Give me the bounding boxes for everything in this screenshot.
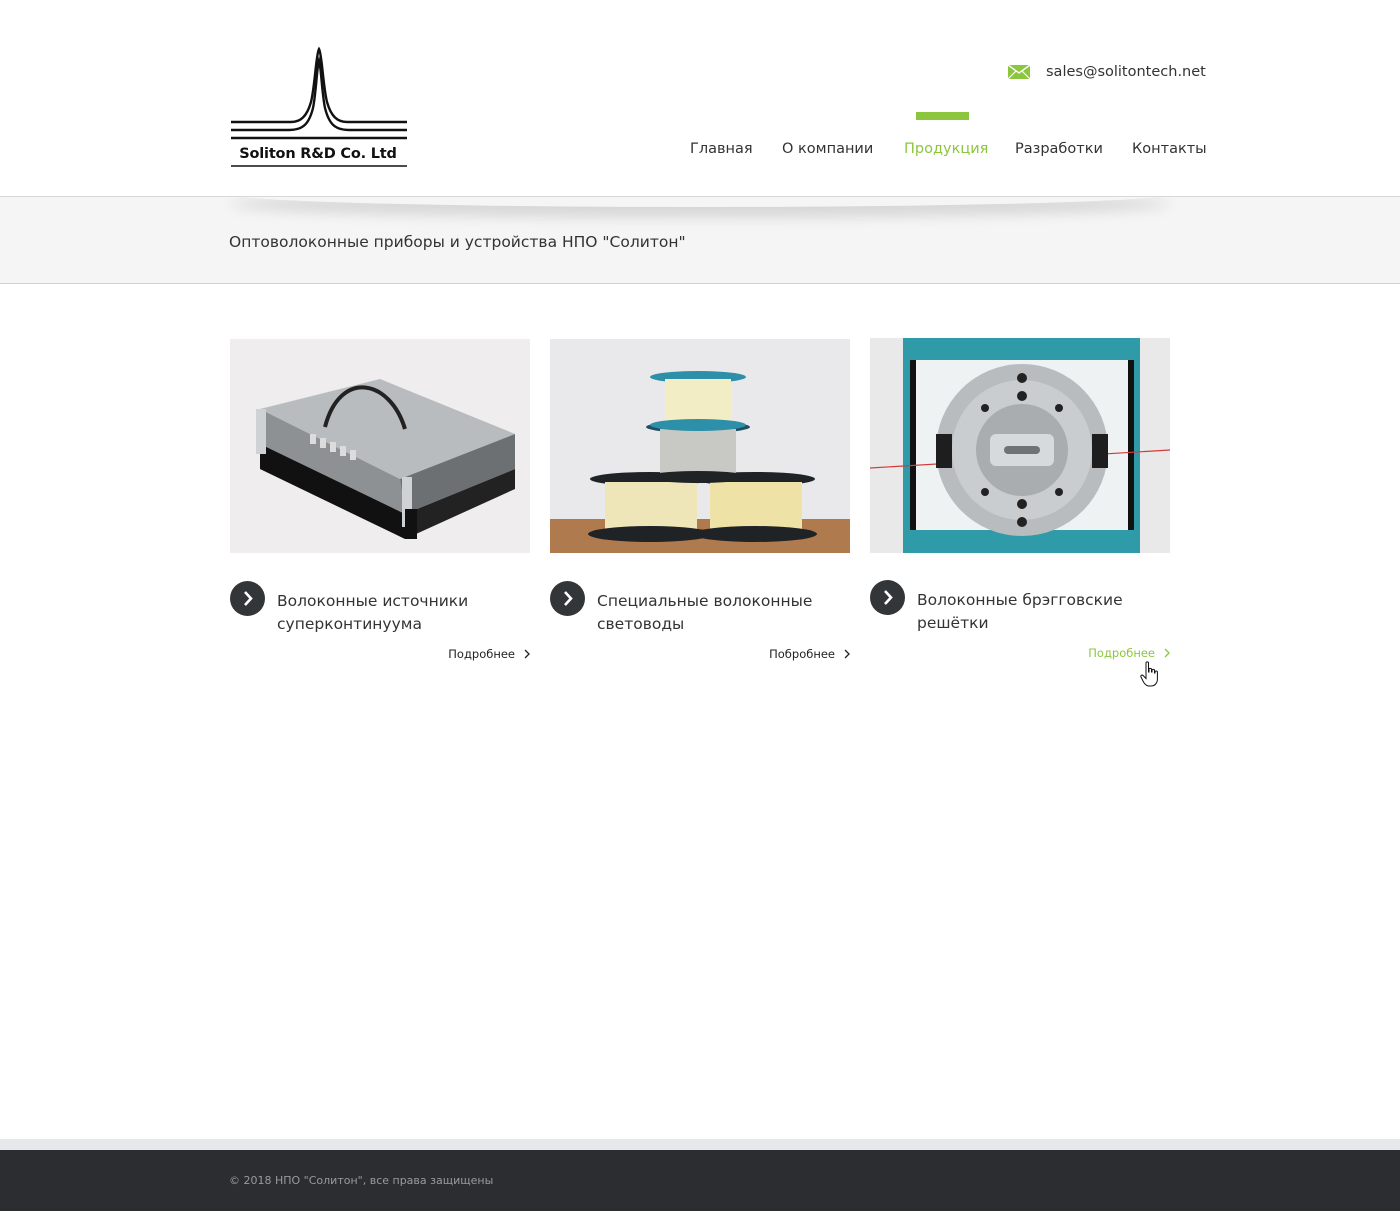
more-link[interactable]: Подробнее — [448, 647, 530, 661]
hand-cursor-icon — [1140, 661, 1158, 687]
nav-item-about[interactable]: О компании — [782, 141, 873, 157]
product-card: Специальные волоконные световоды Побробн… — [550, 339, 850, 661]
page-title-band: Оптоволоконные приборы и устройства НПО … — [0, 197, 1400, 284]
bragg-grating-image[interactable] — [870, 338, 1170, 553]
copyright-text: © 2018 НПО "Солитон", все права защищены — [229, 1174, 494, 1187]
rack-device-image[interactable] — [230, 339, 530, 554]
chevron-right-icon — [884, 590, 893, 605]
chevron-right-icon — [844, 649, 850, 659]
fiber-spools-image[interactable] — [550, 339, 850, 554]
product-title[interactable]: Волоконные источники суперконтинуума — [277, 590, 532, 636]
chevron-right-icon — [244, 591, 253, 606]
product-title[interactable]: Специальные волоконные световоды — [597, 590, 852, 636]
contact-email[interactable]: sales@solitontech.net — [1008, 64, 1206, 80]
header-shadow — [230, 197, 1170, 207]
more-link-label: Подробнее — [1088, 646, 1155, 660]
envelope-icon — [1008, 65, 1030, 79]
nav-item-developments[interactable]: Разработки — [1015, 141, 1103, 157]
product-title[interactable]: Волоконные брэгговские решётки — [917, 589, 1172, 635]
nav-item-home[interactable]: Главная — [690, 141, 753, 157]
more-link[interactable]: Побробнее — [769, 647, 850, 661]
site-header: Soliton R&D Co. Ltd sales@solitontech.ne… — [0, 0, 1400, 197]
product-arrow-button[interactable] — [870, 580, 905, 615]
email-link[interactable]: sales@solitontech.net — [1046, 64, 1206, 80]
page-title: Оптоволоконные приборы и устройства НПО … — [229, 233, 686, 251]
chevron-right-icon — [1164, 648, 1170, 658]
nav-item-products[interactable]: Продукция — [904, 141, 988, 157]
active-nav-marker — [916, 112, 969, 120]
site-footer: © 2018 НПО "Солитон", все права защищены — [0, 1150, 1400, 1211]
product-arrow-button[interactable] — [230, 581, 265, 616]
chevron-right-icon — [564, 591, 573, 606]
more-link[interactable]: Подробнее — [1088, 646, 1170, 660]
product-card: Волоконные источники суперконтинуума Под… — [230, 339, 530, 661]
product-card: Волоконные брэгговские решётки Подробнее — [870, 338, 1170, 660]
chevron-right-icon — [524, 649, 530, 659]
main-nav: Главная О компании Продукция Разработки … — [0, 141, 1400, 161]
product-arrow-button[interactable] — [550, 581, 585, 616]
more-link-label: Подробнее — [448, 647, 515, 661]
nav-item-contacts[interactable]: Контакты — [1132, 141, 1207, 157]
more-link-label: Побробнее — [769, 647, 835, 661]
footer-stripe — [0, 1139, 1400, 1150]
